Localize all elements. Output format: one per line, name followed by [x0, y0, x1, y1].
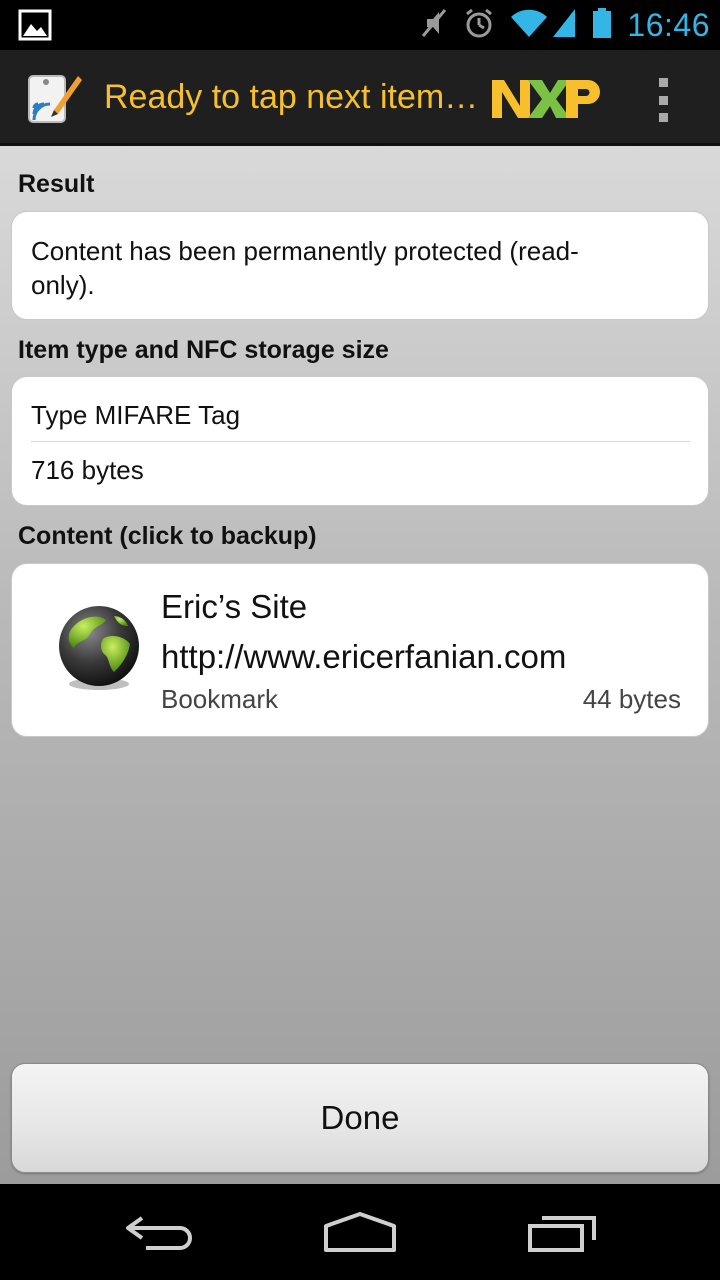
picture-notification-icon [18, 9, 52, 46]
item-title: Eric’s Site [161, 588, 308, 625]
status-time: 16:46 [627, 6, 710, 43]
page-title: Ready to tap next item… [104, 78, 479, 116]
item-type-card: Type MIFARE Tag 716 bytes [11, 376, 709, 506]
nxp-logo [490, 76, 602, 122]
result-message-line1: Content has been permanently protected (… [31, 236, 579, 266]
result-label: Result [18, 170, 95, 198]
item-type-label: Item type and NFC storage size [18, 336, 389, 364]
item-url: http://www.ericerfanian.com [161, 638, 567, 675]
battery-icon [591, 7, 613, 44]
main-content: Result Content has been permanently prot… [0, 146, 720, 1184]
navigation-bar [0, 1184, 720, 1280]
result-message-line2: only). [31, 270, 95, 300]
nfc-tag-writer-icon[interactable] [24, 70, 84, 128]
action-bar: Ready to tap next item… [0, 50, 720, 146]
globe-icon [54, 604, 144, 694]
wifi-icon [509, 7, 549, 44]
back-icon[interactable] [124, 1210, 196, 1259]
done-button[interactable]: Done [11, 1063, 709, 1173]
result-card: Content has been permanently protected (… [11, 211, 709, 320]
signal-icon [551, 7, 577, 44]
content-label: Content (click to backup) [18, 522, 317, 550]
content-item-card[interactable]: Eric’s Site http://www.ericerfanian.com … [11, 563, 709, 737]
tag-type: Type MIFARE Tag [31, 400, 241, 430]
divider [31, 441, 690, 442]
status-bar: 16:46 [0, 0, 720, 50]
alarm-icon [463, 7, 495, 44]
overflow-menu-icon[interactable] [646, 74, 680, 126]
item-size: 44 bytes [582, 684, 681, 714]
mute-icon [419, 7, 449, 44]
home-icon[interactable] [322, 1210, 398, 1259]
storage-size: 716 bytes [31, 455, 144, 485]
item-kind: Bookmark [161, 684, 279, 714]
recent-apps-icon[interactable] [526, 1210, 598, 1259]
